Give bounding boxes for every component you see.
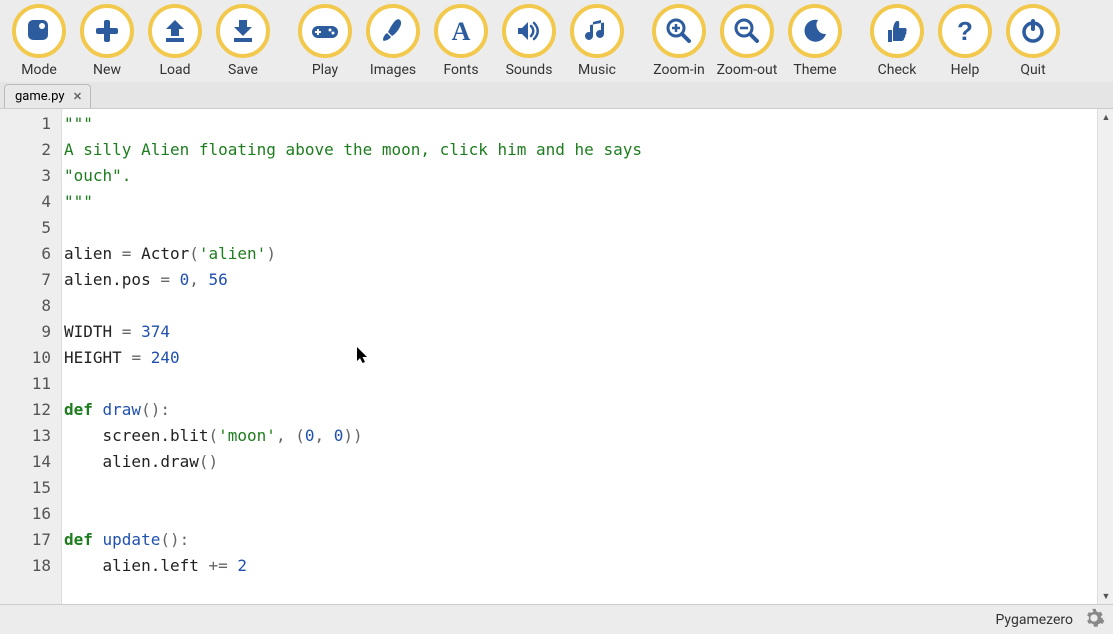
- download-icon: [216, 4, 270, 58]
- quit-label: Quit: [1020, 62, 1045, 78]
- question-icon: [938, 4, 992, 58]
- help-button[interactable]: Help: [934, 4, 996, 78]
- check-button[interactable]: Check: [866, 4, 928, 78]
- play-button[interactable]: Play: [294, 4, 356, 78]
- sounds-button[interactable]: Sounds: [498, 4, 560, 78]
- fonts-button[interactable]: Fonts: [430, 4, 492, 78]
- line-number: 17: [0, 527, 61, 553]
- status-bar: Pygamezero: [0, 604, 1113, 634]
- mode-label: Mode: [21, 62, 57, 78]
- code-line[interactable]: [62, 371, 1113, 397]
- line-number: 13: [0, 423, 61, 449]
- code-line[interactable]: screen.blit('moon', (0, 0)): [62, 423, 1113, 449]
- code-line[interactable]: alien.draw(): [62, 449, 1113, 475]
- load-label: Load: [159, 62, 190, 78]
- status-mode-label: Pygamezero: [996, 612, 1074, 628]
- quit-button[interactable]: Quit: [1002, 4, 1064, 78]
- line-number: 1: [0, 111, 61, 137]
- scroll-down-arrow[interactable]: ▼: [1098, 588, 1113, 604]
- tab-filename: game.py: [15, 89, 64, 104]
- zoomout-icon: [720, 4, 774, 58]
- line-number: 4: [0, 189, 61, 215]
- line-number: 6: [0, 241, 61, 267]
- music-icon: [570, 4, 624, 58]
- file-tab[interactable]: game.py ✕: [4, 84, 91, 108]
- zoom-in-label: Zoom-in: [653, 62, 705, 78]
- music-label: Music: [578, 62, 616, 78]
- power-icon: [1006, 4, 1060, 58]
- line-number: 9: [0, 319, 61, 345]
- code-line[interactable]: "ouch".: [62, 163, 1113, 189]
- check-label: Check: [878, 62, 917, 78]
- zoom-out-button[interactable]: Zoom-out: [716, 4, 778, 78]
- load-button[interactable]: Load: [144, 4, 206, 78]
- plus-icon: [80, 4, 134, 58]
- code-line[interactable]: [62, 215, 1113, 241]
- code-editor[interactable]: 123456789101112131415161718 """A silly A…: [0, 108, 1113, 604]
- code-line[interactable]: alien.pos = 0, 56: [62, 267, 1113, 293]
- close-tab-icon[interactable]: ✕: [70, 90, 84, 104]
- music-button[interactable]: Music: [566, 4, 628, 78]
- line-number: 14: [0, 449, 61, 475]
- code-line[interactable]: def draw():: [62, 397, 1113, 423]
- line-number: 3: [0, 163, 61, 189]
- code-line[interactable]: def update():: [62, 527, 1113, 553]
- code-line[interactable]: [62, 293, 1113, 319]
- zoomin-icon: [652, 4, 706, 58]
- font-icon: [434, 4, 488, 58]
- play-label: Play: [312, 62, 338, 78]
- gamepad-icon: [298, 4, 352, 58]
- line-number: 18: [0, 553, 61, 579]
- line-number: 2: [0, 137, 61, 163]
- theme-label: Theme: [793, 62, 836, 78]
- code-line[interactable]: WIDTH = 374: [62, 319, 1113, 345]
- zoom-out-label: Zoom-out: [717, 62, 778, 78]
- code-line[interactable]: """: [62, 111, 1113, 137]
- code-line[interactable]: HEIGHT = 240: [62, 345, 1113, 371]
- new-label: New: [93, 62, 121, 78]
- mode-icon: [12, 4, 66, 58]
- line-number: 5: [0, 215, 61, 241]
- gear-icon[interactable]: [1083, 607, 1105, 633]
- line-number: 16: [0, 501, 61, 527]
- line-number: 7: [0, 267, 61, 293]
- line-number: 10: [0, 345, 61, 371]
- sound-icon: [502, 4, 556, 58]
- thumb-icon: [870, 4, 924, 58]
- code-line[interactable]: alien.left += 2: [62, 553, 1113, 579]
- code-area[interactable]: """A silly Alien floating above the moon…: [62, 109, 1113, 604]
- upload-icon: [148, 4, 202, 58]
- line-number: 8: [0, 293, 61, 319]
- new-button[interactable]: New: [76, 4, 138, 78]
- moon-icon: [788, 4, 842, 58]
- help-label: Help: [951, 62, 980, 78]
- line-gutter: 123456789101112131415161718: [0, 109, 62, 604]
- brush-icon: [366, 4, 420, 58]
- images-label: Images: [370, 62, 416, 78]
- fonts-label: Fonts: [443, 62, 478, 78]
- toolbar: Mode New Load Save Play Images Fonts Sounds Musi…: [0, 0, 1113, 82]
- images-button[interactable]: Images: [362, 4, 424, 78]
- zoom-in-button[interactable]: Zoom-in: [648, 4, 710, 78]
- code-line[interactable]: alien = Actor('alien'): [62, 241, 1113, 267]
- vertical-scrollbar[interactable]: ▲ ▼: [1097, 109, 1113, 604]
- theme-button[interactable]: Theme: [784, 4, 846, 78]
- sounds-label: Sounds: [506, 62, 553, 78]
- tab-bar: game.py ✕: [0, 82, 1113, 108]
- code-line[interactable]: A silly Alien floating above the moon, c…: [62, 137, 1113, 163]
- save-label: Save: [228, 62, 258, 78]
- save-button[interactable]: Save: [212, 4, 274, 78]
- code-line[interactable]: """: [62, 189, 1113, 215]
- code-line[interactable]: [62, 501, 1113, 527]
- line-number: 11: [0, 371, 61, 397]
- mode-button[interactable]: Mode: [8, 4, 70, 78]
- line-number: 12: [0, 397, 61, 423]
- code-line[interactable]: [62, 475, 1113, 501]
- scroll-up-arrow[interactable]: ▲: [1098, 109, 1113, 125]
- line-number: 15: [0, 475, 61, 501]
